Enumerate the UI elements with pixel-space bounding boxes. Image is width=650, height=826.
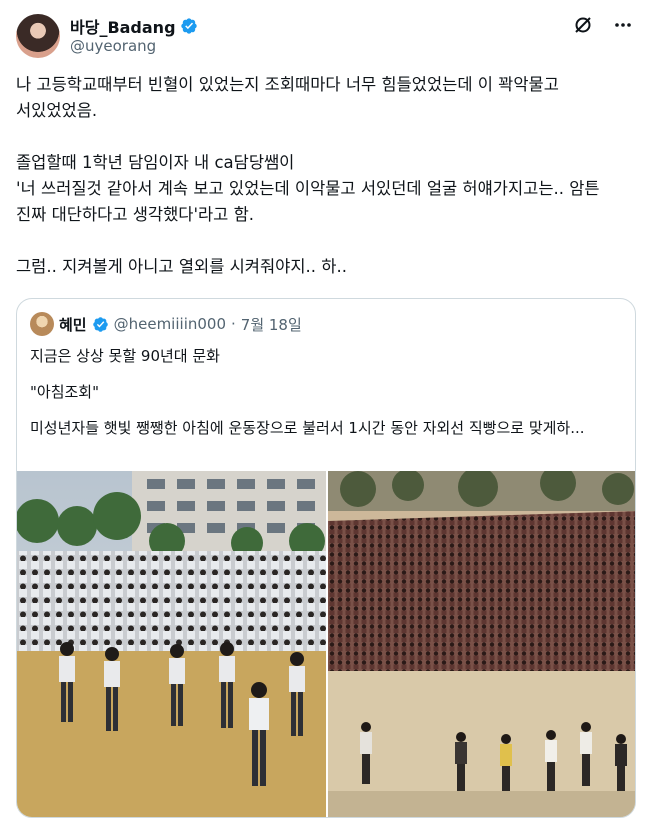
grok-icon[interactable]: [572, 14, 594, 36]
tweet-line: 나 고등학교때부터 빈혈이 있었는지 조회때마다 너무 힘들었었는데 이 꽉악물…: [16, 75, 565, 120]
quoted-tweet[interactable]: 혜민 @heemiiiin000 · 7월 18일 지금은 상상 못할 90년대…: [16, 298, 636, 818]
schoolyard-crowd-photo: [328, 471, 635, 817]
school-assembly-photo: [17, 471, 326, 817]
tweet-avatar[interactable]: [16, 14, 60, 58]
display-name[interactable]: 바당_Badang: [70, 14, 176, 38]
quoted-date: 7월 18일: [240, 315, 302, 334]
tweet-author: 바당_Badang: [70, 14, 198, 38]
quoted-avatar: [30, 312, 54, 336]
verified-badge-icon: [92, 316, 108, 332]
quoted-paragraph: 지금은 상상 못할 90년대 문화: [30, 347, 220, 365]
quoted-paragraph: 미성년자들 햇빛 쨍쨍한 아침에 운동장으로 불러서 1시간 동안 자외선 직빵…: [30, 419, 585, 437]
quoted-handle: @heemiiiin000: [113, 315, 226, 333]
quoted-text: 지금은 상상 못할 90년대 문화 "아침조회" 미성년자들 햇빛 쨍쨍한 아침…: [30, 345, 626, 453]
verified-badge-icon: [180, 18, 197, 34]
quoted-photo-2[interactable]: [328, 471, 635, 817]
quoted-photo-1[interactable]: [17, 471, 326, 817]
tweet-header-actions: [572, 14, 634, 36]
tweet-line: [16, 124, 628, 150]
tweet-text: 나 고등학교때부터 빈혈이 있었는지 조회때마다 너무 힘들었었는데 이 꽉악물…: [16, 72, 628, 280]
separator-dot: ·: [231, 315, 236, 333]
tweet-line: [16, 228, 628, 254]
tweet-line: 졸업할때 1학년 담임이자 내 ca담당쌤이: [16, 153, 295, 172]
quoted-paragraph: "아침조회": [30, 383, 99, 401]
tweet-line: '너 쓰러질것 같아서 계속 보고 있었는데 이악물고 서있던데 얼굴 허얘가지…: [16, 179, 605, 224]
more-options-icon[interactable]: [612, 14, 634, 36]
quoted-display-name: 혜민: [59, 315, 87, 334]
quoted-tweet-header: 혜민 @heemiiiin000 · 7월 18일: [30, 312, 302, 336]
tweet-line: 그럼.. 지켜볼게 아니고 열외를 시켜줘야지.. 하..: [16, 257, 347, 276]
user-handle[interactable]: @uyeorang: [70, 37, 156, 55]
